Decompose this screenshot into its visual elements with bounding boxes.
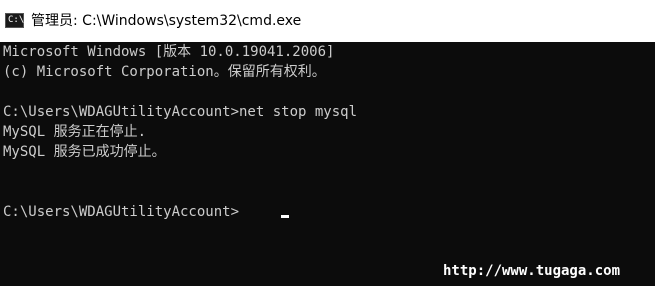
console-line: Microsoft Windows [版本 10.0.19041.2006]	[3, 44, 335, 60]
command-prompt[interactable]: C:\Users\WDAGUtilityAccount>	[3, 202, 239, 222]
console-line: (c) Microsoft Corporation。保留所有权利。	[3, 64, 326, 80]
cmd-icon-glyph: C:\	[8, 15, 25, 25]
title-bar[interactable]: C:\ 管理员: C:\Windows\system32\cmd.exe	[0, 0, 655, 42]
watermark-text: http://www.tugaga.com	[443, 263, 621, 279]
console-line: MySQL 服务已成功停止。	[3, 144, 166, 160]
cmd-icon: C:\	[5, 13, 24, 28]
console-line: C:\Users\WDAGUtilityAccount>net stop mys…	[3, 104, 358, 120]
window-title: 管理员: C:\Windows\system32\cmd.exe	[31, 13, 302, 29]
text-cursor	[281, 215, 289, 218]
cmd-window: C:\ 管理员: C:\Windows\system32\cmd.exe Mic…	[0, 0, 655, 286]
console-area[interactable]: Microsoft Windows [版本 10.0.19041.2006] (…	[0, 42, 655, 286]
console-line: MySQL 服务正在停止.	[3, 124, 147, 140]
